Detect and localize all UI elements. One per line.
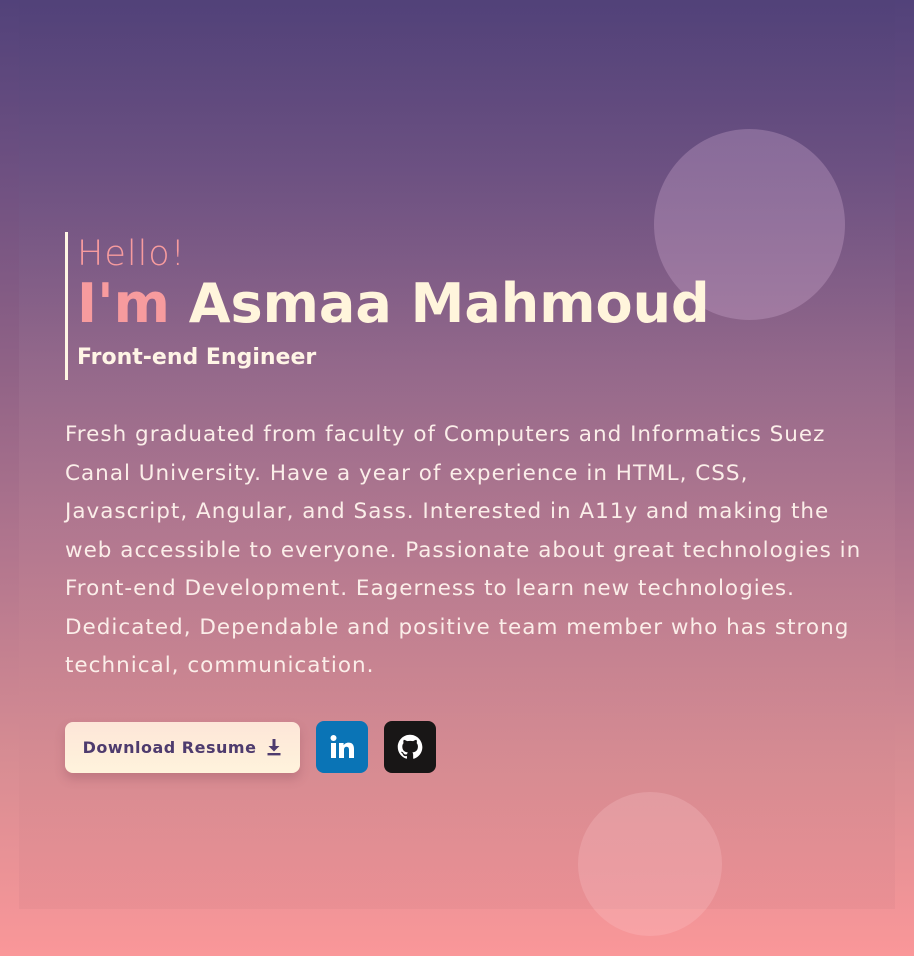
download-icon xyxy=(266,738,282,756)
greeting: Hello! xyxy=(77,234,186,274)
page-title: I'm Asmaa Mahmoud xyxy=(77,274,710,334)
title-prefix: I'm xyxy=(77,272,170,335)
github-icon xyxy=(396,733,424,761)
bio-paragraph: Fresh graduated from faculty of Computer… xyxy=(65,422,862,678)
linkedin-button[interactable] xyxy=(316,721,368,773)
linkedin-icon xyxy=(328,733,356,761)
github-button[interactable] xyxy=(384,721,436,773)
job-title: Front-end Engineer xyxy=(77,345,317,370)
person-name: Asmaa Mahmoud xyxy=(188,272,710,335)
download-resume-button[interactable]: Download Resume xyxy=(65,721,300,773)
action-row: Download Resume xyxy=(65,721,436,773)
download-resume-label: Download Resume xyxy=(82,737,257,757)
decorative-circle-bottom xyxy=(578,792,722,936)
intro-block: Hello! I'm Asmaa Mahmoud Front-end Engin… xyxy=(65,232,710,380)
